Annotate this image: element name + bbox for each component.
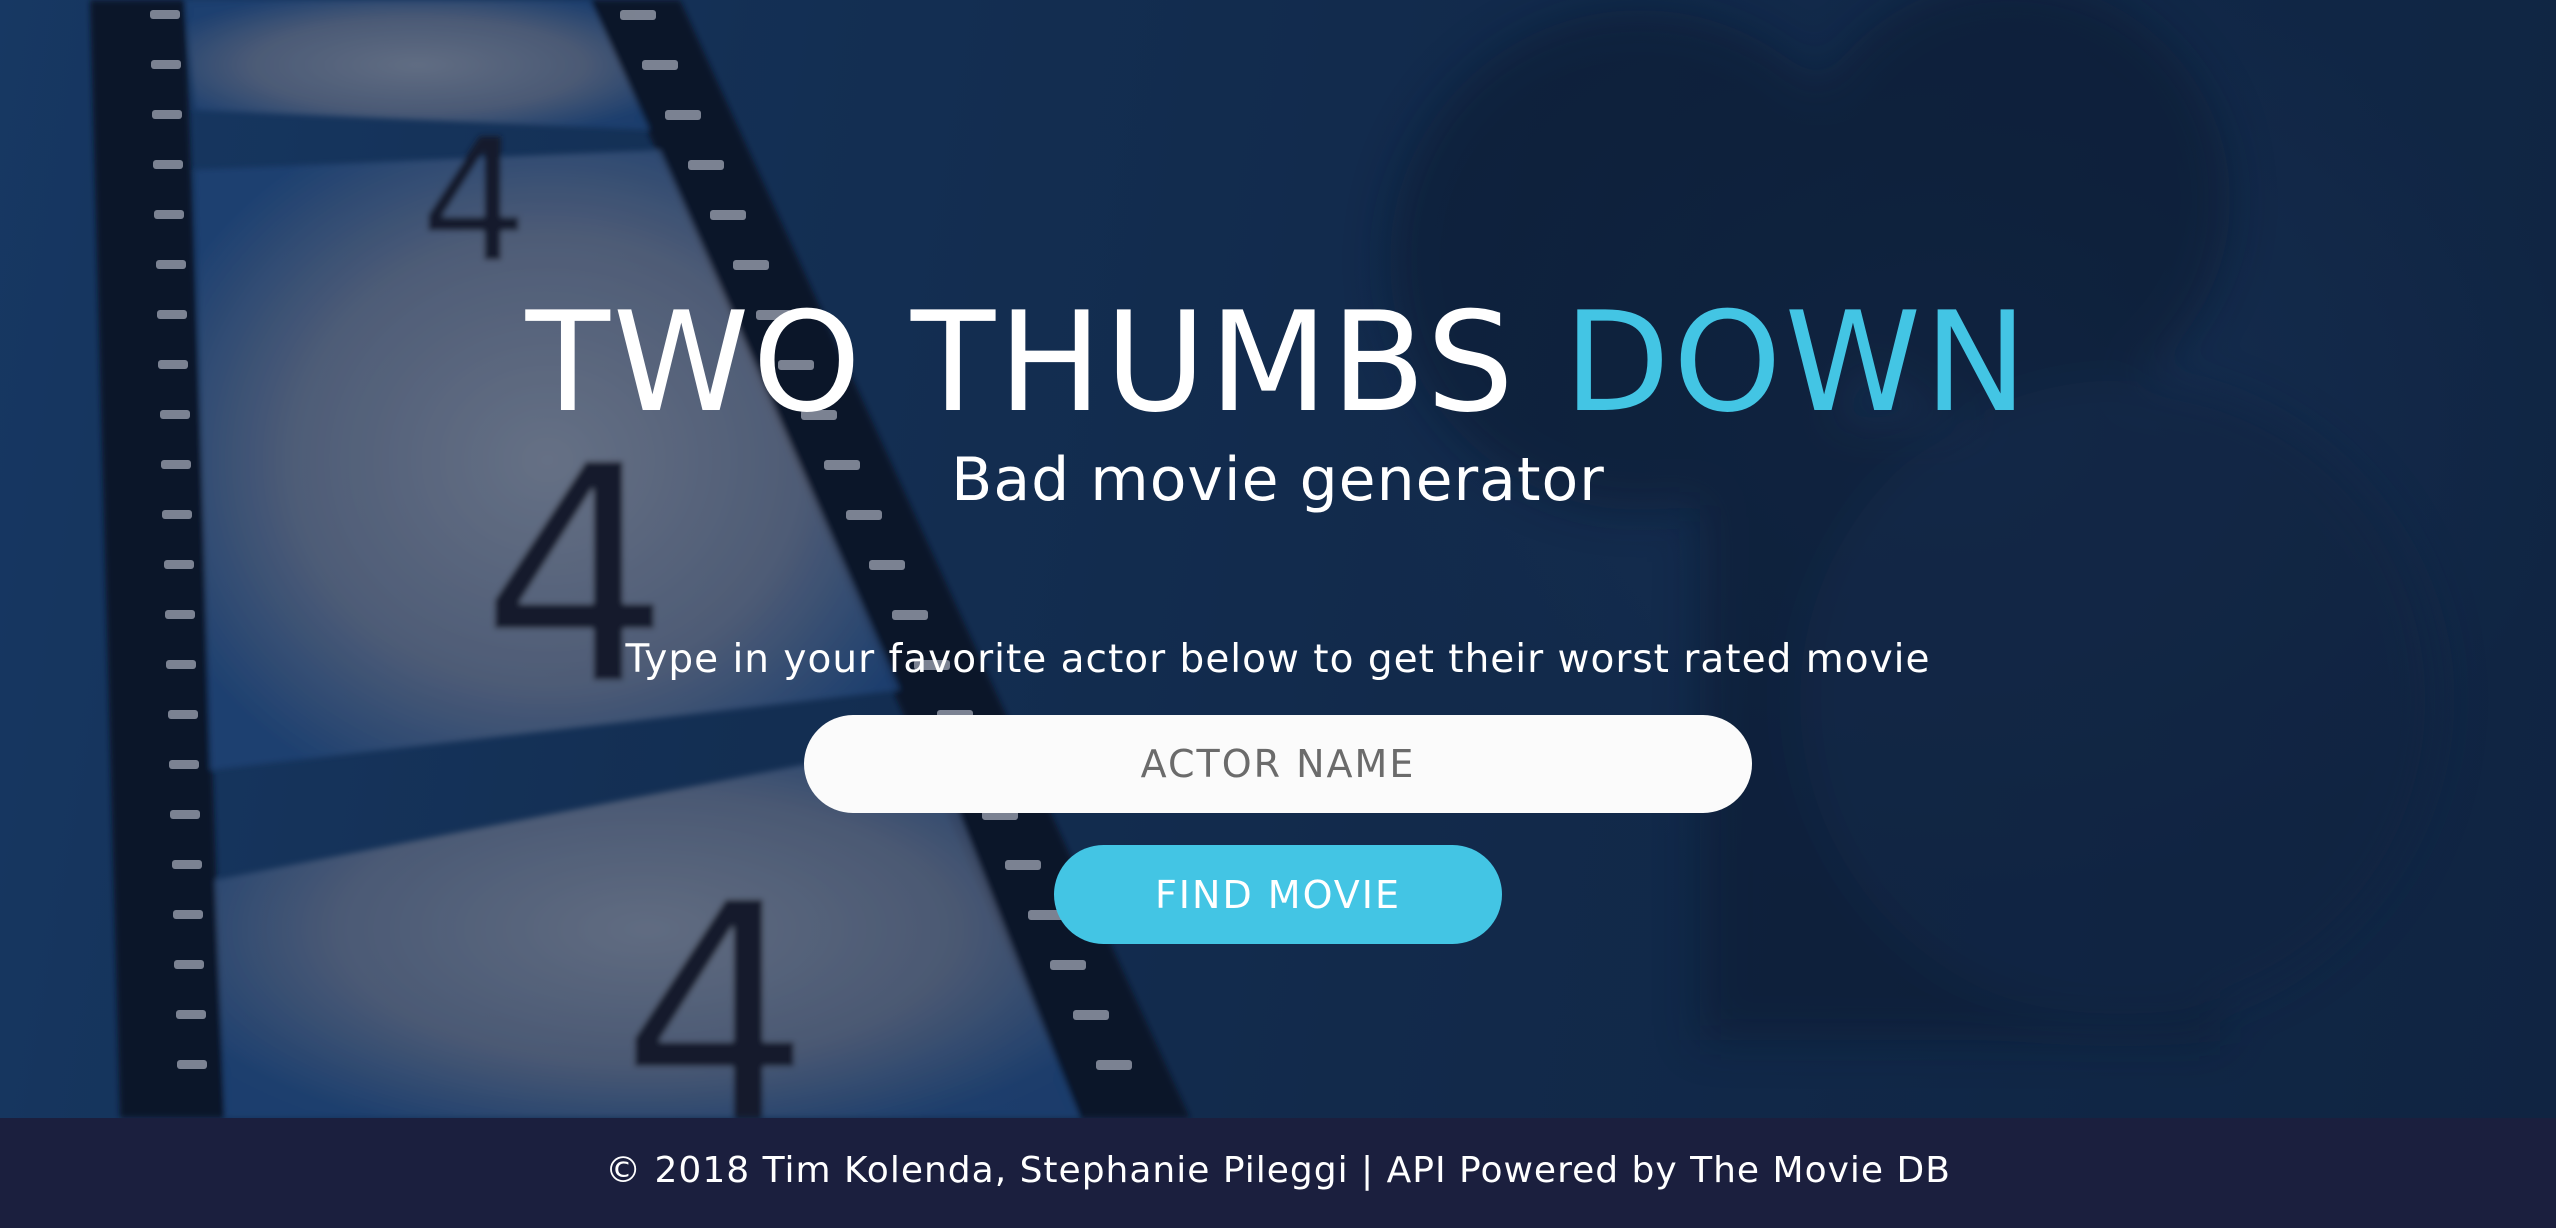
instructions-text: Type in your favorite actor below to get… — [625, 637, 1931, 682]
find-movie-button[interactable]: FIND MOVIE — [1054, 845, 1502, 944]
page-subtitle: Bad movie generator — [951, 445, 1605, 515]
footer: © 2018 Tim Kolenda, Stephanie Pileggi | … — [0, 1118, 2556, 1228]
hero-section: TWO THUMBS DOWN Bad movie generator Type… — [0, 0, 2556, 1118]
title-main: TWO THUMBS — [525, 282, 1564, 443]
actor-name-input[interactable] — [804, 715, 1752, 813]
footer-credits: © 2018 Tim Kolenda, Stephanie Pileggi | … — [605, 1150, 1951, 1191]
title-accent: DOWN — [1563, 282, 2031, 443]
page-title: TWO THUMBS DOWN — [0, 278, 2556, 448]
landing-page: 4 4 4 TWO THUMBS DOWN Bad movie generato… — [0, 0, 2556, 1228]
